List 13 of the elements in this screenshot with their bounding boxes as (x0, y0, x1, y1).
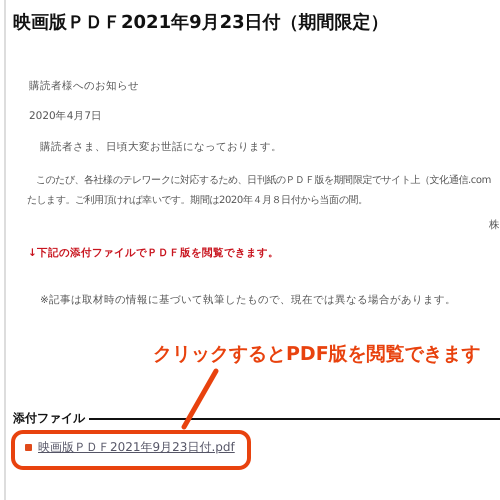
page-title: 映画版ＰＤＦ2021年9月23日付（期間限定） (12, 11, 390, 34)
annotation-text: クリックするとPDF版を閲覧できます (153, 342, 481, 367)
body-paragraph: このたび、各社様のテレワークに対応するため、日刊紙のＰＤＦ版を期間限定でサイト上（文化通信.com たします。ご利用頂ければ幸いです。期間は2020年４月８日付から当面の間。 (26, 174, 492, 208)
note-text: ※記事は取材時の情報に基づいて執筆したもので、現在では異なる場合があります。 (39, 293, 457, 307)
attachment-label: 添付ファイル (13, 410, 85, 427)
signature-text: 株 (488, 218, 500, 232)
leader-line (180, 368, 220, 430)
greeting-text: 購読者さま、日頃大変お世話になっております。 (39, 140, 283, 154)
file-icon (25, 444, 32, 451)
notice-heading: 購読者様へのお知らせ (28, 79, 140, 93)
file-link[interactable]: 映画版ＰＤＦ2021年9月23日付.pdf (38, 439, 235, 456)
notice-text: ↓下記の添付ファイルでＰＤＦ版を閲覧できます。 (27, 246, 280, 260)
notice-date: 2020年4月7日 (28, 109, 104, 123)
